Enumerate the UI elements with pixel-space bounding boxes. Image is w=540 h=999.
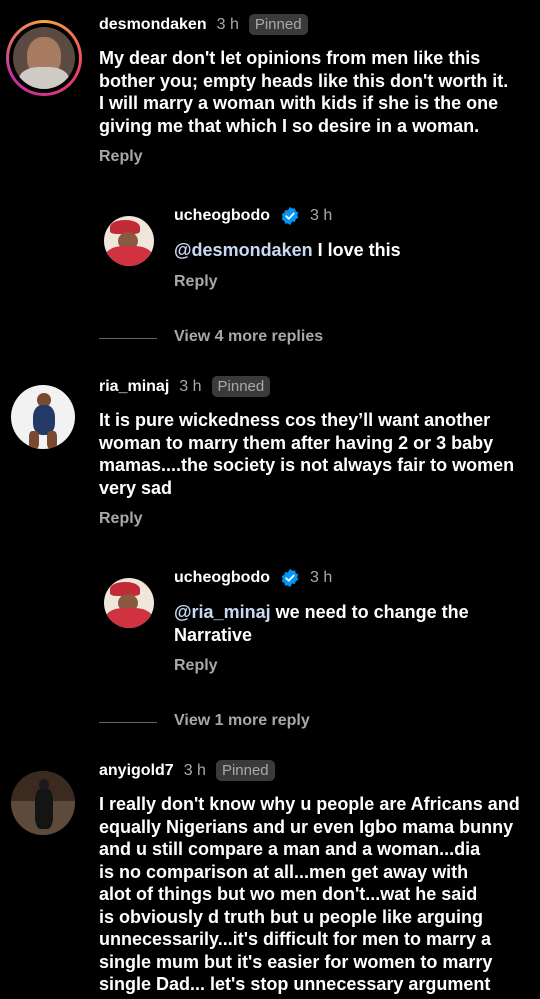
comment-text: It is pure wickedness cos they’ll want a… [99, 410, 515, 498]
mention-link[interactable]: @ria_minaj [174, 602, 271, 622]
avatar-ria_minaj[interactable] [11, 385, 75, 449]
comment-text: My dear don't let opinions from men like… [99, 48, 509, 136]
reply-text: @desmondaken I love this [174, 240, 401, 260]
reply-button[interactable]: Reply [99, 510, 143, 528]
avatar-ucheogbodo[interactable] [104, 216, 154, 266]
username[interactable]: ucheogbodo [174, 569, 270, 587]
reply-button[interactable]: Reply [174, 657, 218, 675]
pinned-badge: Pinned [248, 14, 308, 35]
timestamp: 3 h [179, 377, 202, 395]
timestamp: 3 h [309, 207, 333, 224]
divider-line [99, 722, 157, 723]
username[interactable]: ucheogbodo [174, 207, 270, 225]
avatar-ucheogbodo[interactable] [104, 578, 154, 628]
verified-badge-icon [281, 568, 299, 588]
view-more-replies[interactable]: View 1 more reply [174, 712, 310, 730]
view-more-replies[interactable]: View 4 more replies [174, 328, 323, 346]
timestamp: 3 h [216, 15, 239, 33]
avatar-anyigold7[interactable] [11, 771, 75, 835]
reply-button[interactable]: Reply [174, 273, 218, 291]
pinned-badge: Pinned [215, 760, 275, 781]
divider-line [99, 338, 157, 339]
comment-text: I really don't know why u people are Afr… [99, 794, 520, 994]
verified-badge-icon [281, 206, 299, 226]
username[interactable]: anyigold7 [99, 762, 174, 780]
username[interactable]: desmondaken [99, 16, 207, 34]
timestamp: 3 h [309, 569, 333, 586]
mention-link[interactable]: @desmondaken [174, 240, 313, 260]
pinned-badge: Pinned [211, 376, 271, 397]
username[interactable]: ria_minaj [99, 378, 169, 396]
timestamp: 3 h [183, 761, 206, 779]
reply-text: @ria_minaj we need to change the Narrati… [174, 602, 469, 645]
reply-button[interactable]: Reply [99, 148, 143, 166]
avatar-desmondaken[interactable] [6, 20, 82, 96]
